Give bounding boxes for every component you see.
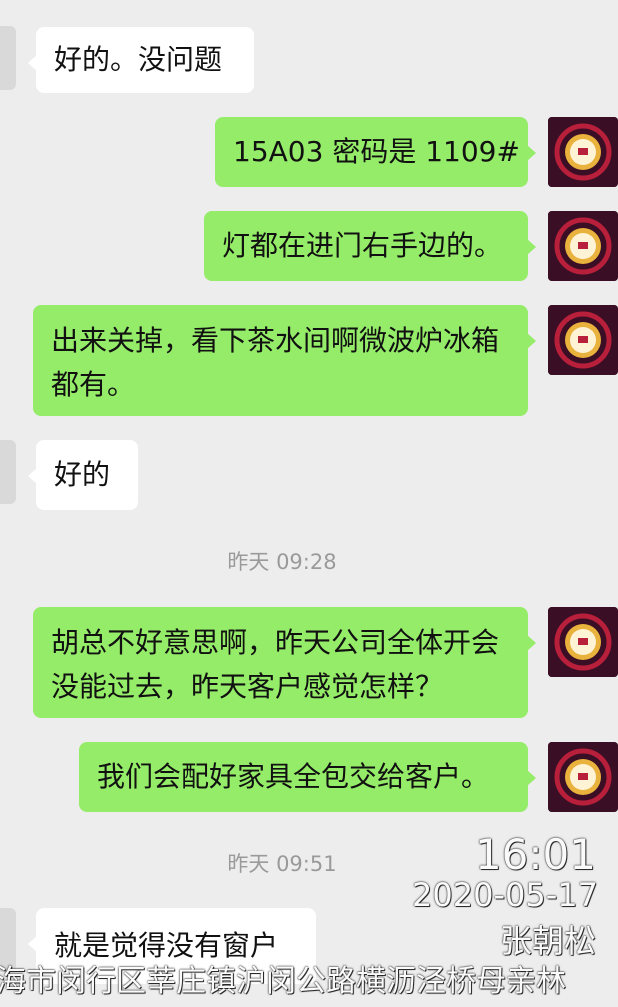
contact-avatar[interactable] [0, 26, 16, 90]
my-avatar[interactable] [548, 607, 618, 677]
festive-lantern-avatar-icon [548, 117, 618, 187]
my-avatar[interactable] [548, 117, 618, 187]
outgoing-message-bubble[interactable]: 15A03 密码是 1109# [215, 117, 536, 187]
festive-lantern-avatar-icon [548, 305, 618, 375]
outgoing-message-bubble[interactable]: 胡总不好意思啊，昨天公司全体开会没能过去，昨天客户感觉怎样？ [33, 607, 536, 718]
festive-lantern-avatar-icon [548, 742, 618, 812]
contact-avatar[interactable] [0, 440, 16, 504]
chat-area[interactable]: 好的。没问题 15A03 密码是 1109# 灯都在进门右手边的。 出来关掉，看… [0, 0, 618, 1007]
my-avatar[interactable] [548, 305, 618, 375]
watermark-date: 2020-05-17 [412, 876, 598, 914]
outgoing-message-bubble[interactable]: 出来关掉，看下茶水间啊微波炉冰箱都有。 [33, 305, 536, 416]
outgoing-message-bubble[interactable]: 我们会配好家具全包交给客户。 [79, 742, 536, 812]
watermark-address: 海市闵行区莘庄镇沪闵公路横沥泾桥母亲林 [0, 964, 566, 999]
watermark-time: 16:01 [474, 830, 596, 879]
my-avatar[interactable] [548, 211, 618, 281]
outgoing-message-bubble[interactable]: 灯都在进门右手边的。 [204, 211, 536, 281]
incoming-message-bubble[interactable]: 好的 [28, 440, 138, 510]
my-avatar[interactable] [548, 742, 618, 812]
festive-lantern-avatar-icon [548, 607, 618, 677]
timestamp: 昨天 09:28 [227, 550, 337, 574]
festive-lantern-avatar-icon [548, 211, 618, 281]
incoming-message-bubble[interactable]: 好的。没问题 [28, 27, 254, 93]
